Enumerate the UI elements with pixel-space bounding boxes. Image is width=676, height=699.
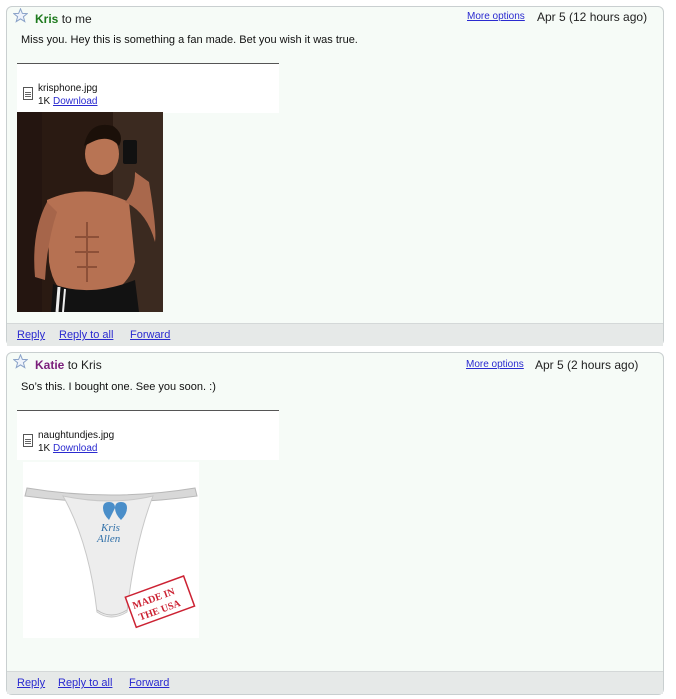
message-header: Katie to Kris More options Apr 5 (2 hour… xyxy=(7,353,663,377)
attachment-image[interactable] xyxy=(17,112,163,312)
sender-name[interactable]: Katie xyxy=(35,358,64,372)
message-body: Miss you. Hey this is something a fan ma… xyxy=(21,34,358,46)
brand-line2: Allen xyxy=(96,533,121,545)
message-date: Apr 5 (2 hours ago) xyxy=(535,358,639,372)
reply-all-link[interactable]: Reply to all xyxy=(58,677,112,689)
star-icon[interactable] xyxy=(13,354,28,369)
download-link[interactable]: Download xyxy=(53,96,97,107)
forward-link[interactable]: Forward xyxy=(129,677,169,689)
shirtless-selfie-photo xyxy=(17,112,163,312)
download-link[interactable]: Download xyxy=(53,443,97,454)
sender-line: Kris to me xyxy=(35,12,92,26)
more-options-link[interactable]: More options xyxy=(466,359,524,370)
action-bar: Reply Reply to all Forward xyxy=(7,671,663,694)
attachment-image[interactable]: Kris Allen MADE IN THE USA xyxy=(23,462,199,638)
reply-all-link[interactable]: Reply to all xyxy=(59,329,113,341)
attachment-size: 1K Download xyxy=(38,443,98,454)
attachment-filename: krisphone.jpg xyxy=(38,83,98,94)
message-header: Kris to me More options Apr 5 (12 hours … xyxy=(7,7,663,31)
attachment-size: 1K Download xyxy=(38,96,98,107)
attachment-size-value: 1K xyxy=(38,443,51,454)
message-body: So’s this. I bought one. See you soon. :… xyxy=(21,381,216,393)
underwear-product-photo: Kris Allen MADE IN THE USA xyxy=(23,462,199,638)
attachment-filename: naughtundjes.jpg xyxy=(38,430,115,441)
star-icon[interactable] xyxy=(13,8,28,23)
message-katie: Katie to Kris More options Apr 5 (2 hour… xyxy=(6,352,664,695)
recipient-text: to me xyxy=(61,12,92,26)
message-kris: Kris to me More options Apr 5 (12 hours … xyxy=(6,6,664,346)
attachment-size-value: 1K xyxy=(38,96,51,107)
sender-name[interactable]: Kris xyxy=(35,12,58,26)
attachment-panel: naughtundjes.jpg 1K Download xyxy=(17,410,279,460)
recipient-text: to Kris xyxy=(67,358,102,372)
file-icon xyxy=(23,434,33,447)
file-icon xyxy=(23,87,33,100)
reply-link[interactable]: Reply xyxy=(17,677,45,689)
action-bar: Reply Reply to all Forward xyxy=(7,323,663,346)
reply-link[interactable]: Reply xyxy=(17,329,45,341)
more-options-link[interactable]: More options xyxy=(467,11,525,22)
message-date: Apr 5 (12 hours ago) xyxy=(537,10,648,24)
forward-link[interactable]: Forward xyxy=(130,329,170,341)
attachment-panel: krisphone.jpg 1K Download xyxy=(17,63,279,113)
attachment-divider xyxy=(17,410,279,411)
sender-line: Katie to Kris xyxy=(35,358,102,372)
attachment-divider xyxy=(17,63,279,64)
